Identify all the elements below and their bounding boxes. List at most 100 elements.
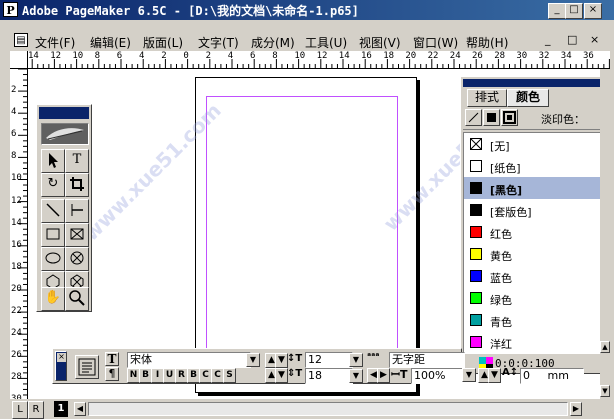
color-swatch-item[interactable]: 红色 (464, 221, 602, 243)
control-palette[interactable]: × T ¶ 宋体 ▼ NBIURBCCS ▲ ▼ ↕T 12 ▼ ▲ ▼ ⇕T … (52, 348, 465, 384)
title-bar[interactable]: P Adobe PageMaker 6.5C - [D:\我的文档\未命名-1.… (0, 0, 614, 20)
crop-tool-icon[interactable] (65, 173, 89, 197)
horizontal-scrollbar[interactable] (88, 402, 568, 416)
close-button[interactable]: × (584, 3, 602, 19)
color-swatch-label: 绿色 (490, 294, 512, 307)
ruler-label: 18 (11, 261, 22, 272)
constrained-line-tool-icon[interactable] (65, 199, 89, 223)
zoom-tool-icon[interactable] (65, 287, 89, 311)
character-view-icon[interactable]: T (105, 352, 119, 366)
font-size-field[interactable]: 12 (305, 352, 353, 368)
toolbox-caption[interactable] (39, 107, 89, 119)
ruler-label: 30 (516, 51, 528, 61)
ellipse-frame-tool-icon[interactable] (65, 247, 89, 271)
document-icon[interactable]: ▤ (14, 33, 28, 47)
color-chip (470, 204, 482, 216)
color-swatch-item[interactable]: 洋红 (464, 331, 602, 353)
fill-icon[interactable] (483, 109, 500, 126)
palette-caption[interactable] (463, 79, 603, 87)
color-swatch-label: 红色 (490, 228, 512, 241)
doc-close-button[interactable]: × (590, 33, 599, 46)
stroke-icon[interactable] (465, 109, 482, 126)
rectangle-frame-tool-icon[interactable] (65, 223, 89, 247)
menu-type[interactable]: 文字(T) (198, 34, 239, 51)
menu-view[interactable]: 视图(V) (359, 34, 401, 51)
doc-restore-button[interactable]: □ (567, 33, 577, 46)
horizontal-ruler[interactable]: 14 12 10 8 6 4 2 0 2 4 6 8 10 12 14 16 18 20 22 24 26 28 30 32 3… (10, 51, 610, 69)
ruler-label: 28 (494, 51, 506, 61)
color-swatch-item[interactable]: [套版色] (464, 199, 602, 221)
page-1-icon[interactable]: 1 (54, 401, 68, 417)
color-chip (470, 226, 482, 238)
menu-help[interactable]: 帮助(H) (466, 34, 508, 51)
ruler-label: 12 (50, 51, 62, 61)
ruler-label: 4 (11, 107, 17, 118)
ruler-label: 14 (28, 51, 39, 61)
rotate-tool-icon[interactable]: ↻ (41, 173, 65, 197)
color-chip (470, 248, 482, 260)
tab-styles[interactable]: 排式 (467, 89, 507, 107)
ruler-label: 4 (139, 51, 145, 61)
maximize-button[interactable]: □ (565, 3, 583, 19)
menu-element[interactable]: 成分(M) (251, 34, 295, 51)
color-swatch-label: 黄色 (490, 250, 512, 263)
color-swatch-item[interactable]: [纸色] (464, 155, 602, 177)
line-tool-icon[interactable] (41, 199, 65, 223)
menu-utilities[interactable]: 工具(U) (305, 34, 347, 51)
kerning-field[interactable]: 无字距 (389, 352, 465, 368)
size-dropdown-icon[interactable]: ▼ (349, 353, 363, 367)
menu-layout[interactable]: 版面(L) (143, 34, 183, 51)
paragraph-mode-icon[interactable]: ¶ (105, 367, 119, 381)
control-caption[interactable]: × (55, 351, 67, 381)
leading-dropdown-icon[interactable]: ▼ (349, 369, 363, 383)
scroll-left-icon[interactable]: ◀ (74, 402, 86, 416)
ruler-label: 26 (472, 51, 483, 61)
vertical-scrollbar[interactable]: ▲ ▼ (600, 69, 610, 399)
scale-nudge-up-icon[interactable]: ▶ (377, 368, 390, 383)
hand-tool-icon[interactable]: ✋ (41, 287, 65, 311)
rectangle-tool-icon[interactable] (41, 223, 65, 247)
color-swatch-item[interactable]: [黑色] (464, 177, 602, 199)
kerning-icon: ᵃᵃᵃ (367, 352, 380, 362)
left-frame (0, 51, 10, 399)
leading-field[interactable]: 18 (305, 368, 353, 384)
vertical-ruler[interactable]: 24681012141618202224262830 (10, 69, 28, 399)
scroll-right-icon[interactable]: ▶ (570, 402, 582, 416)
minimize-button[interactable]: _ (548, 3, 566, 19)
pointer-tool-icon[interactable] (41, 149, 65, 173)
type-style-button[interactable]: S (223, 368, 236, 383)
color-swatch-item[interactable]: 绿色 (464, 287, 602, 309)
doc-minimize-button[interactable]: _ (545, 33, 551, 46)
scale-dropdown-icon[interactable]: ▼ (462, 368, 476, 382)
scroll-up-icon[interactable]: ▲ (600, 341, 610, 353)
font-size-icon: ↕T (287, 353, 303, 364)
horizontal-scale-field[interactable]: 100% (411, 368, 463, 384)
font-dropdown-icon[interactable]: ▼ (246, 353, 260, 367)
menu-edit[interactable]: 编辑(E) (90, 34, 131, 51)
color-swatch-label: 洋红 (490, 338, 512, 351)
font-name-field[interactable]: 宋体 (127, 352, 251, 368)
tab-colors[interactable]: 颜色 (507, 89, 549, 107)
right-master-page-icon[interactable]: R (28, 401, 44, 419)
text-tool-icon[interactable]: T (65, 149, 89, 173)
color-swatch-item[interactable]: [无] (464, 133, 602, 155)
baseline-nudge-down-icon[interactable]: ▼ (488, 368, 501, 383)
paragraph-view-icon[interactable] (75, 355, 99, 379)
baseline-shift-field[interactable]: 0 mm (520, 368, 584, 384)
menu-file[interactable]: 文件(F) (35, 34, 75, 51)
scroll-down-icon[interactable]: ▼ (600, 385, 610, 397)
menu-window[interactable]: 窗口(W) (413, 34, 458, 51)
left-master-page-icon[interactable]: L (12, 401, 28, 419)
ruler-label: 20 (11, 283, 22, 294)
color-swatch-item[interactable]: 蓝色 (464, 265, 602, 287)
color-swatch-item[interactable]: 黄色 (464, 243, 602, 265)
colors-palette[interactable]: 排式 颜色 淡印色： [无] [纸色] [黑色] [套版色] 红色 黄色 蓝色 绿色 青色 洋红 … (460, 76, 606, 374)
app-icon[interactable]: P (3, 2, 18, 17)
fill-stroke-icon[interactable] (501, 109, 518, 126)
color-swatch-item[interactable]: 青色 (464, 309, 602, 331)
ellipse-tool-icon[interactable] (41, 247, 65, 271)
ruler-origin[interactable] (10, 51, 28, 69)
toolbox-palette[interactable]: T ↻ ✋ (36, 104, 92, 312)
ruler-label: 8 (94, 51, 101, 61)
control-close-icon[interactable]: × (57, 353, 66, 362)
